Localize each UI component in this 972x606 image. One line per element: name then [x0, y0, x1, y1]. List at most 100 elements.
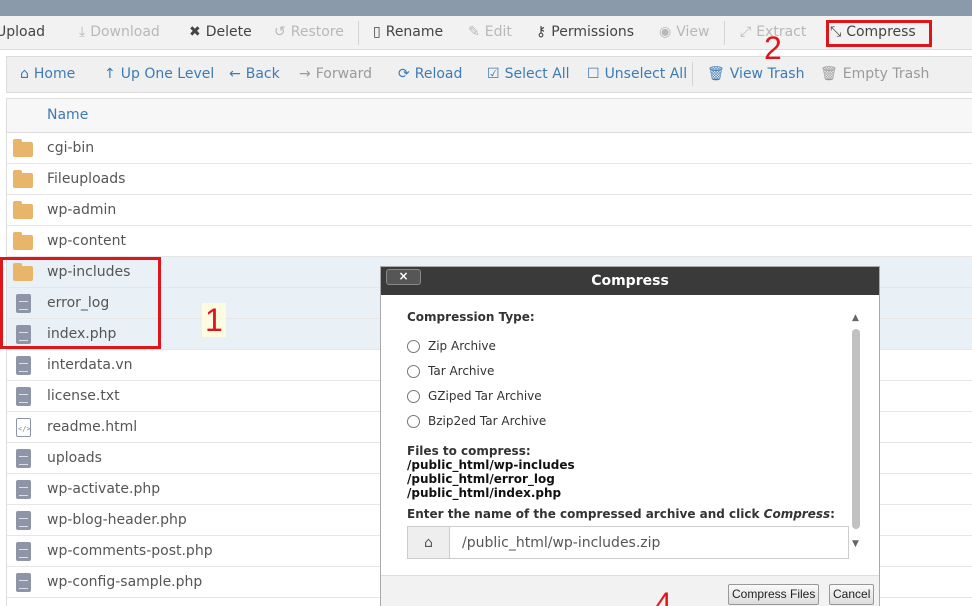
view-button[interactable]: ◉ View: [659, 24, 709, 40]
download-icon: ⤓: [79, 24, 86, 40]
radio-gzip-tar-archive[interactable]: GZiped Tar Archive: [407, 389, 542, 403]
file-name[interactable]: license.txt: [47, 388, 120, 404]
file-icon: [13, 542, 31, 562]
unselect-all-button[interactable]: ☐ Unselect All: [587, 66, 687, 82]
view-trash-label: View Trash: [729, 66, 805, 82]
file-icon: [13, 480, 31, 500]
expand-icon: ⤢: [740, 24, 752, 40]
file-name[interactable]: uploads: [47, 450, 102, 466]
name-column-header[interactable]: Name: [7, 98, 972, 133]
dialog-footer: Compress Files Cancel: [381, 575, 879, 606]
scroll-thumb[interactable]: [852, 329, 860, 529]
navigation-toolbar: ⌂ Home ↑ Up One Level ← Back → Forward ⟳ Relo…: [6, 56, 972, 93]
file-path: /public_html/index.php: [407, 486, 562, 500]
toolbar-divider: [692, 62, 693, 86]
home-icon: ⌂: [408, 527, 450, 558]
file-name[interactable]: wp-admin: [47, 202, 116, 218]
annotation-number-1: 1: [202, 303, 226, 337]
close-icon: ✖: [189, 24, 201, 40]
pencil-icon: ✎: [468, 24, 480, 40]
archive-name-prompt: Enter the name of the compressed archive…: [407, 507, 835, 521]
back-button[interactable]: ← Back: [229, 66, 280, 82]
empty-box-icon: ☐: [587, 66, 600, 82]
radio-bzip2-tar-archive[interactable]: Bzip2ed Tar Archive: [407, 414, 546, 428]
toolbar-divider: [724, 21, 725, 45]
upload-button[interactable]: Upload: [0, 24, 45, 40]
file-name[interactable]: wp-comments-post.php: [47, 543, 213, 559]
home-label: Home: [33, 66, 76, 82]
radio-zip-archive[interactable]: Zip Archive: [407, 339, 496, 353]
compress-files-button[interactable]: Compress Files: [728, 584, 820, 605]
radio-circle[interactable]: [407, 414, 420, 428]
prompt-text: Enter the name of the compressed archive…: [407, 507, 764, 521]
file-name[interactable]: wp-content: [47, 233, 126, 249]
restore-button[interactable]: ↺ Restore: [274, 24, 344, 40]
toolbar-divider: [358, 21, 359, 45]
reload-button[interactable]: ⟳ Reload: [398, 66, 462, 82]
folder-icon: [13, 232, 33, 250]
dialog-title: Compress: [591, 273, 669, 289]
edit-button[interactable]: ✎ Edit: [468, 24, 512, 40]
forward-label: Forward: [315, 66, 373, 82]
rename-button[interactable]: ▯ Rename: [373, 24, 443, 40]
radio-label: Bzip2ed Tar Archive: [428, 414, 547, 428]
files-to-compress-label: Files to compress:: [407, 444, 531, 458]
archive-name-field: ⌂: [407, 526, 849, 559]
radio-circle[interactable]: [407, 339, 420, 353]
window-top-strip: [0, 0, 972, 16]
table-row[interactable]: wp-admin: [7, 195, 972, 226]
file-icon: [13, 573, 31, 593]
dialog-scrollbar[interactable]: ▲ ▼: [851, 313, 861, 549]
table-row[interactable]: wp-content: [7, 226, 972, 257]
reload-icon: ⟳: [398, 66, 410, 82]
file-name[interactable]: wp-config-sample.php: [47, 574, 202, 590]
restore-icon: ↺: [274, 24, 286, 40]
forward-button[interactable]: → Forward: [299, 66, 372, 82]
name-header-label: Name: [47, 107, 89, 123]
empty-trash-button[interactable]: 🗑 Empty Trash: [820, 66, 929, 82]
cancel-button[interactable]: Cancel: [829, 584, 875, 605]
dialog-title-bar: × Compress: [381, 267, 879, 295]
key-icon: ⚷: [536, 24, 547, 40]
scroll-down-icon[interactable]: ▼: [852, 539, 859, 549]
dialog-close-button[interactable]: ×: [386, 269, 421, 285]
compression-type-label: Compression Type:: [407, 310, 535, 324]
radio-label: GZiped Tar Archive: [428, 389, 542, 403]
radio-circle[interactable]: [407, 389, 420, 403]
radio-tar-archive[interactable]: Tar Archive: [407, 364, 494, 378]
up-one-level-button[interactable]: ↑ Up One Level: [104, 66, 214, 82]
file-name[interactable]: cgi-bin: [47, 140, 94, 156]
download-button[interactable]: ⤓ Download: [79, 24, 160, 40]
up-one-level-label: Up One Level: [120, 66, 215, 82]
select-all-button[interactable]: ☑ Select All: [487, 66, 570, 82]
file-name[interactable]: readme.html: [47, 419, 137, 435]
home-button[interactable]: ⌂ Home: [20, 66, 75, 82]
archive-name-input[interactable]: [450, 527, 848, 558]
upload-label: Upload: [0, 24, 46, 40]
file-name[interactable]: Fileuploads: [47, 171, 125, 187]
arrow-right-icon: →: [299, 66, 311, 82]
table-row[interactable]: Fileuploads: [7, 164, 972, 195]
delete-button[interactable]: ✖ Delete: [189, 24, 252, 40]
file-name[interactable]: interdata.vn: [47, 357, 133, 373]
radio-circle[interactable]: [407, 364, 420, 378]
file-icon: [13, 449, 31, 469]
trash-icon: 🗑: [820, 66, 838, 82]
file-icon: ▯: [373, 24, 381, 40]
file-icon: [13, 511, 31, 531]
file-path: /public_html/wp-includes: [407, 458, 575, 472]
eye-icon: ◉: [659, 24, 672, 40]
prompt-emphasis: Compress: [763, 507, 831, 521]
file-name[interactable]: wp-activate.php: [47, 481, 160, 497]
select-all-label: Select All: [504, 66, 570, 82]
permissions-button[interactable]: ⚷ Permissions: [536, 24, 634, 40]
table-row[interactable]: cgi-bin: [7, 133, 972, 164]
code-file-icon: [13, 418, 31, 438]
trash-icon: 🗑: [707, 66, 725, 82]
edit-label: Edit: [484, 24, 512, 40]
file-name[interactable]: wp-blog-header.php: [47, 512, 187, 528]
permissions-label: Permissions: [551, 24, 635, 40]
view-trash-button[interactable]: 🗑 View Trash: [707, 66, 804, 82]
scroll-up-icon[interactable]: ▲: [852, 313, 859, 323]
file-icon: [13, 356, 31, 376]
